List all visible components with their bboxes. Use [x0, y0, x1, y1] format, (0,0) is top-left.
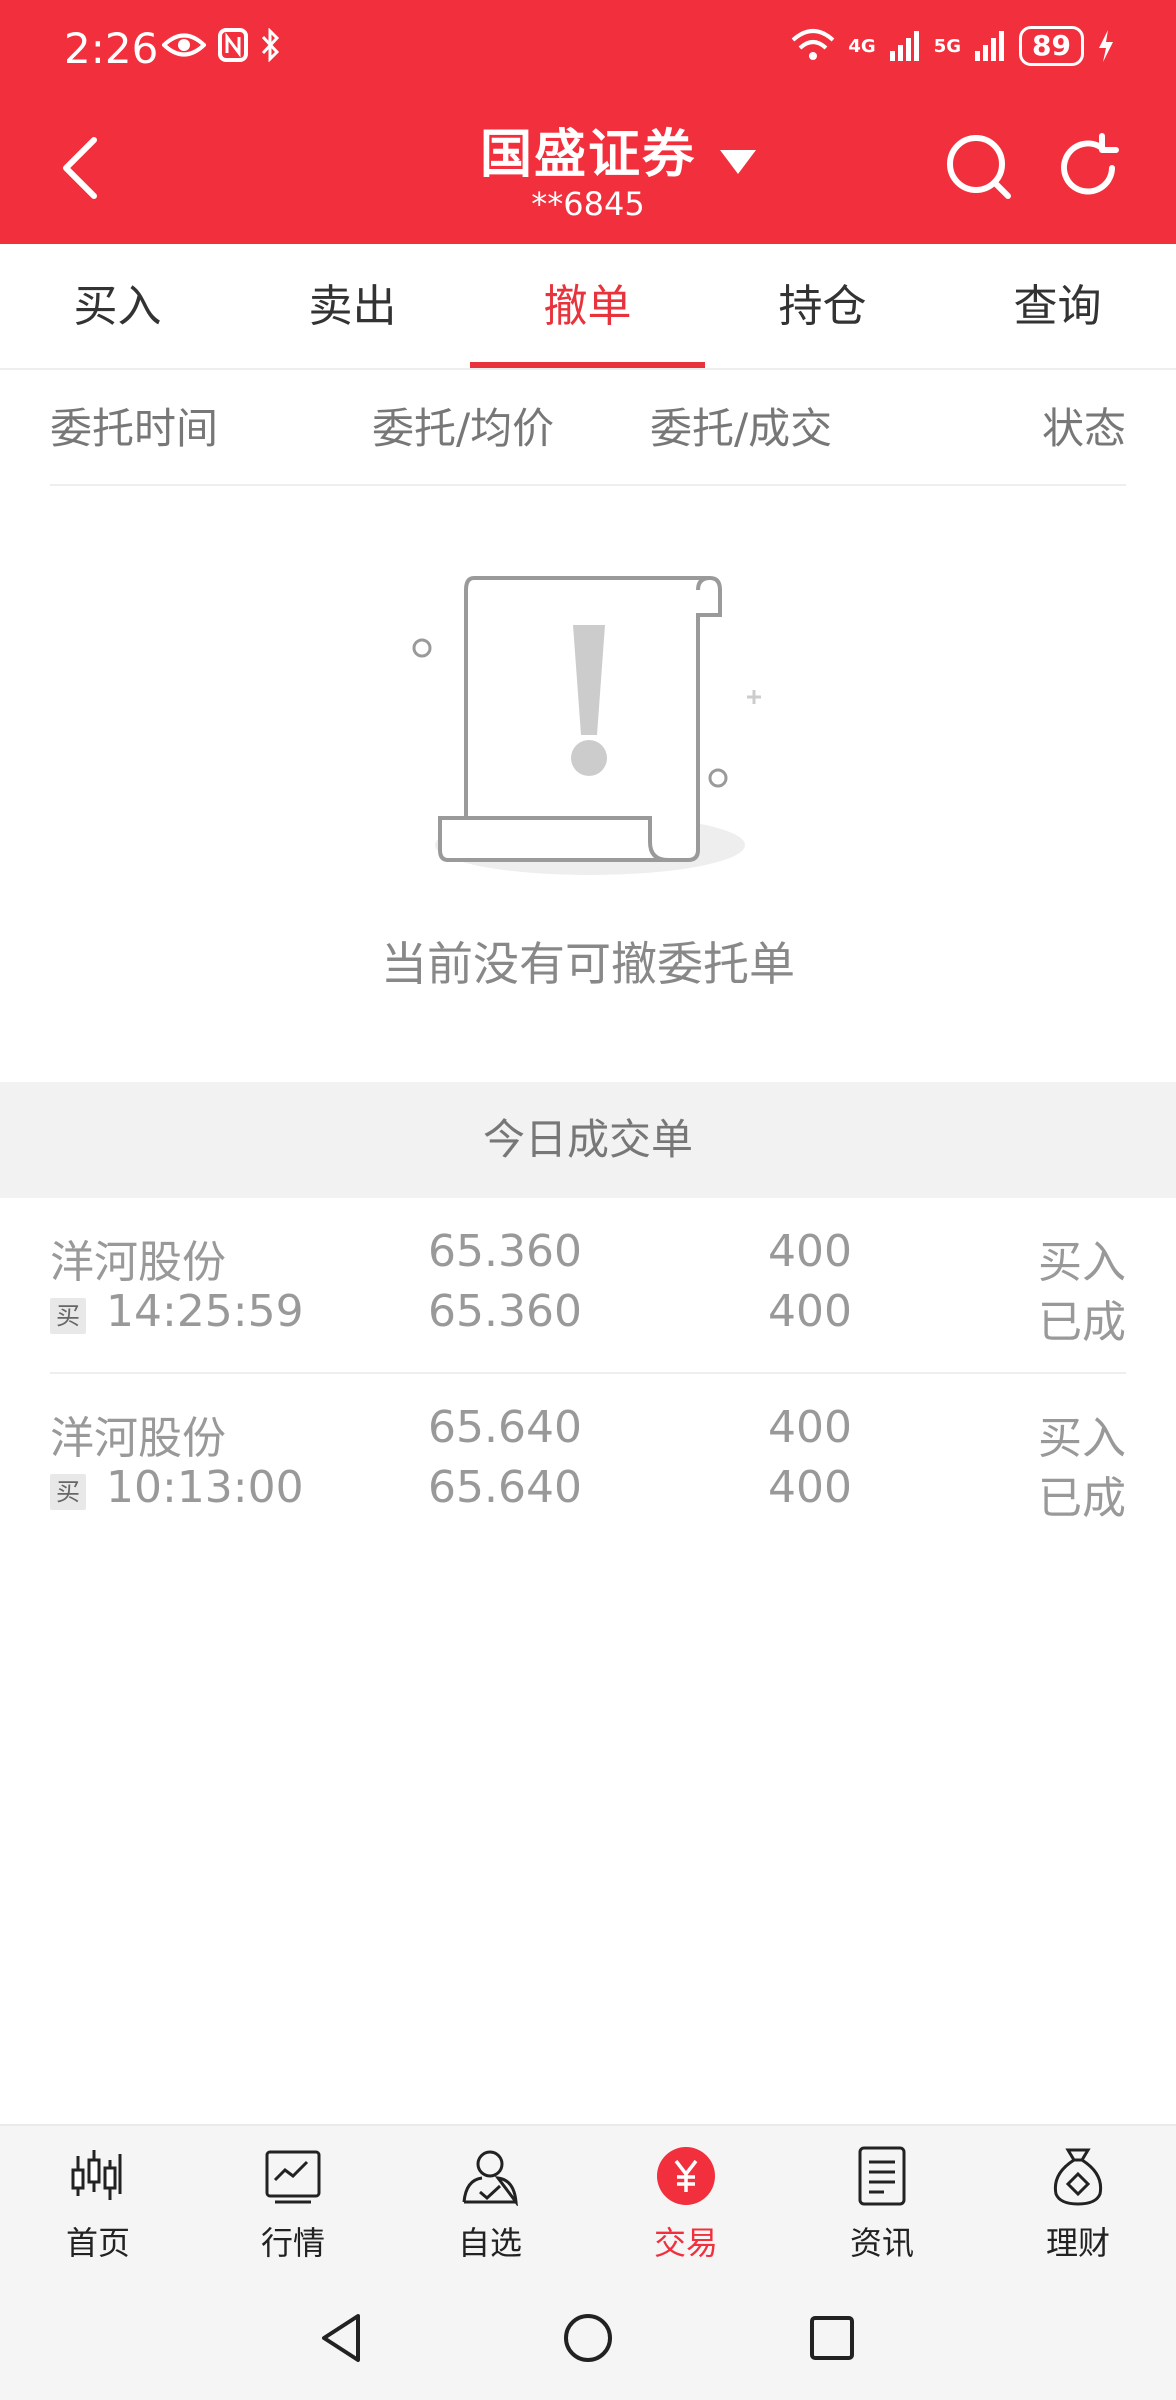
refresh-icon[interactable]: [1052, 132, 1124, 204]
tab-query[interactable]: 查询: [940, 244, 1175, 370]
order-qty: 400: [768, 1402, 852, 1453]
empty-message: 当前没有可撤委托单: [381, 937, 795, 991]
status-left-icons: [162, 28, 282, 62]
order-qty: 400: [768, 1226, 852, 1277]
filled-qty: 400: [768, 1286, 852, 1337]
col-status: 状态: [1041, 404, 1126, 453]
candlestick-icon: [71, 2150, 122, 2200]
trade-time: 10:13:00: [106, 1462, 304, 1513]
order-price: 65.360: [428, 1226, 582, 1277]
column-header: 委托时间 委托/均价 委托/成交 状态: [50, 372, 1126, 486]
top-bar: 国盛证券 **6845: [0, 100, 1176, 244]
nav-watchlist[interactable]: 自选: [415, 2146, 565, 2262]
system-nav-bar: [0, 2274, 1176, 2400]
signal-icon-1: [889, 31, 919, 61]
order-price: 65.640: [428, 1402, 582, 1453]
search-icon[interactable]: [944, 132, 1016, 204]
status-bar: 2:26 4G 5G 89: [0, 0, 1176, 100]
nav-home[interactable]: 首页: [23, 2146, 173, 2262]
col-order-time: 委托时间: [50, 404, 219, 453]
nav-watchlist-label: 自选: [457, 2224, 522, 2262]
stock-name: 洋河股份: [50, 1237, 226, 1288]
yuan-icon: [657, 2147, 715, 2205]
nav-market[interactable]: 行情: [218, 2146, 368, 2262]
status-time: 2:26: [64, 24, 159, 73]
active-tab-indicator: [470, 362, 705, 368]
nav-trade[interactable]: 交易: [611, 2146, 761, 2262]
trade-direction: 买入: [1038, 1237, 1126, 1288]
bluetooth-icon: [261, 28, 280, 62]
nfc-icon: [218, 28, 248, 62]
nav-home-label: 首页: [65, 2224, 130, 2262]
buy-badge: 买: [50, 1474, 86, 1510]
stock-name: 洋河股份: [50, 1413, 226, 1464]
trade-time: 14:25:59: [106, 1286, 304, 1337]
nav-trade-label: 交易: [653, 2224, 718, 2262]
wifi-icon: [792, 29, 835, 60]
signal-icon-2: [975, 31, 1005, 61]
today-trades-header: 今日成交单: [0, 1082, 1176, 1198]
nav-market-label: 行情: [260, 2224, 325, 2262]
money-bag-icon: [1053, 2148, 1103, 2206]
empty-document-icon: [412, 576, 761, 875]
filled-qty: 400: [768, 1462, 852, 1513]
tab-positions[interactable]: 持仓: [705, 244, 940, 370]
avg-price: 65.640: [428, 1462, 582, 1513]
trade-tabs: 买入 卖出 撤单 持仓 查询: [0, 244, 1176, 370]
trade-direction: 买入: [1038, 1413, 1126, 1464]
nav-wealth[interactable]: 理财: [1003, 2146, 1153, 2262]
battery-level: 89: [1019, 26, 1084, 66]
avg-price: 65.360: [428, 1286, 582, 1337]
document-icon: [858, 2146, 906, 2206]
tab-cancel-order[interactable]: 撤单: [470, 244, 705, 370]
nav-news[interactable]: 资讯: [807, 2146, 957, 2262]
bottom-nav: 首页 行情 自选 交易 资讯 理财: [0, 2124, 1176, 2274]
eye-icon: [162, 33, 206, 57]
trade-row[interactable]: 洋河股份 买 10:13:00 65.640 65.640 400 400 买入…: [50, 1374, 1126, 1550]
buy-badge: 买: [50, 1298, 86, 1334]
home-circle-icon[interactable]: [558, 2308, 618, 2368]
back-triangle-icon[interactable]: [312, 2308, 372, 2368]
trade-state: 已成: [1038, 1473, 1126, 1524]
charging-icon: [1099, 30, 1113, 62]
nav-wealth-label: 理财: [1045, 2224, 1110, 2262]
nav-news-label: 资讯: [849, 2224, 914, 2262]
col-order-avg-price: 委托/均价: [372, 404, 555, 453]
tab-buy[interactable]: 买入: [0, 244, 235, 370]
tab-sell[interactable]: 卖出: [235, 244, 470, 370]
network-4g-label: 4G: [848, 35, 876, 57]
chart-line-icon: [265, 2150, 321, 2204]
network-5g-label: 5G: [933, 35, 962, 57]
user-check-icon: [462, 2150, 518, 2206]
status-right-icons: 4G 5G 89: [790, 26, 1116, 66]
trade-row[interactable]: 洋河股份 买 14:25:59 65.360 65.360 400 400 买入…: [50, 1198, 1126, 1374]
recents-square-icon[interactable]: [802, 2308, 862, 2368]
dropdown-caret-icon[interactable]: [720, 150, 756, 174]
col-order-filled: 委托/成交: [650, 404, 833, 453]
trade-state: 已成: [1038, 1297, 1126, 1348]
